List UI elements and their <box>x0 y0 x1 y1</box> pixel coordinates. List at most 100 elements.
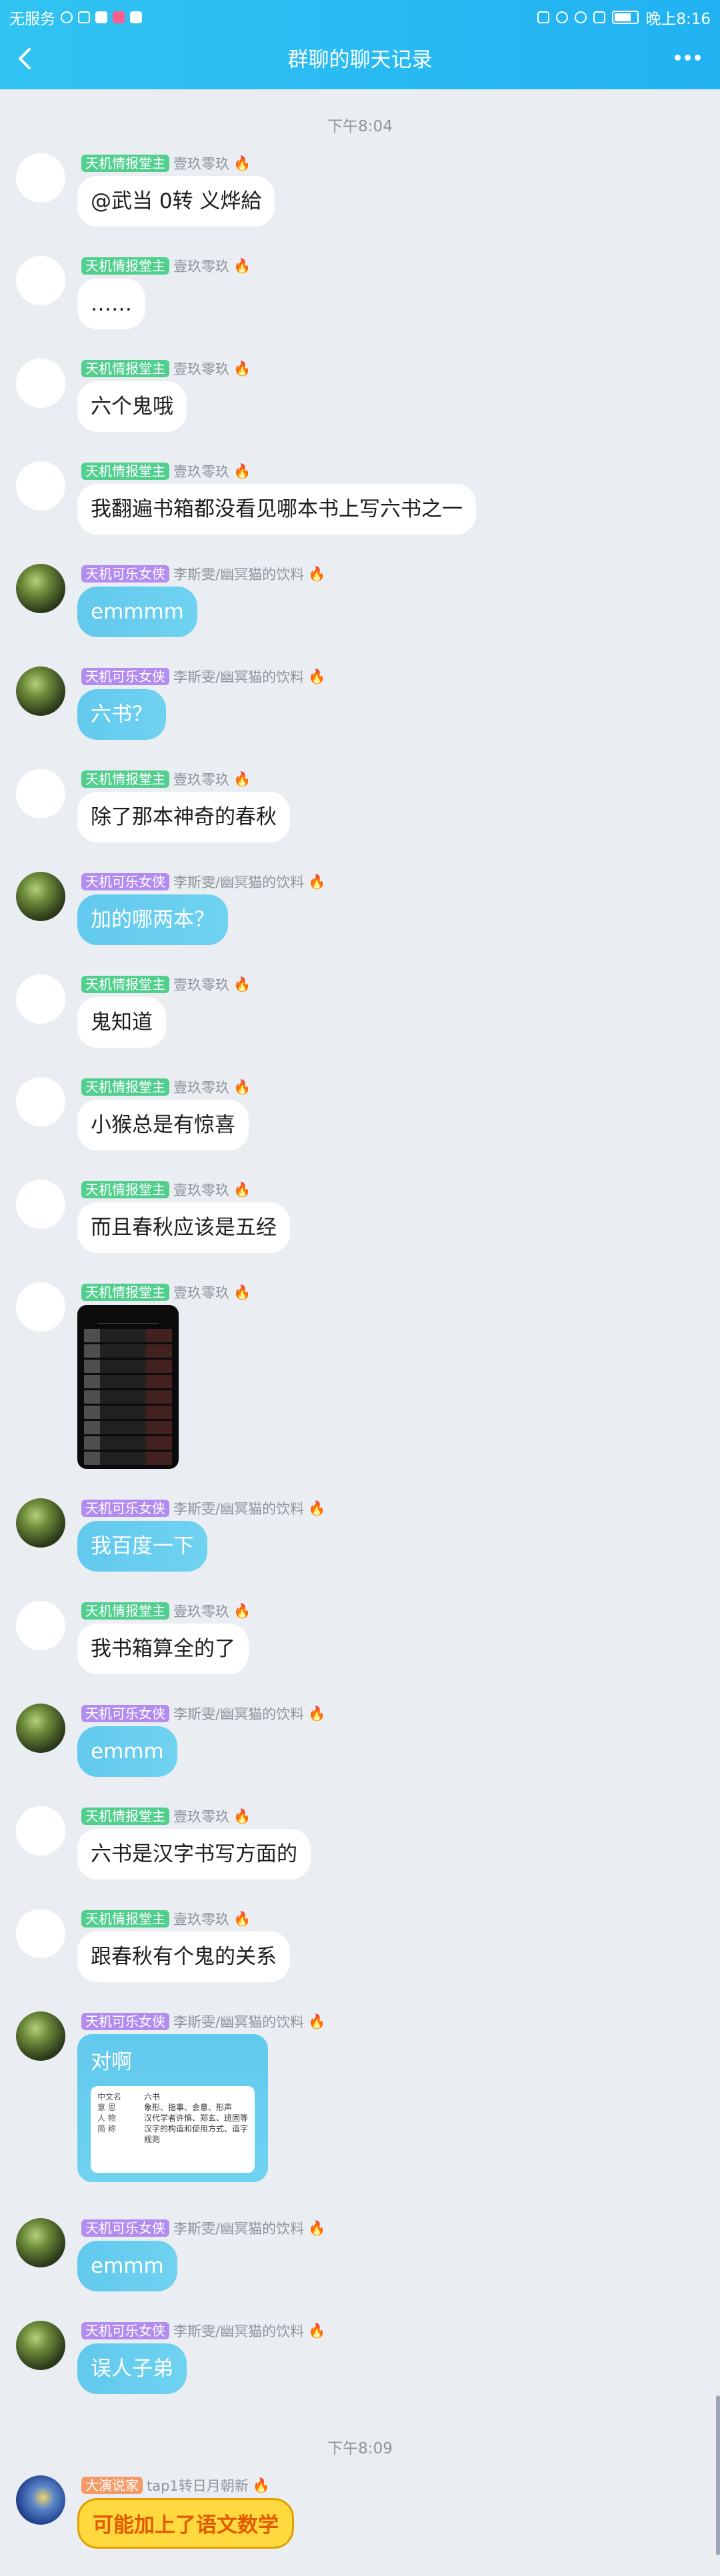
avatar[interactable] <box>16 256 65 305</box>
avatar[interactable] <box>16 666 65 716</box>
message-bubble[interactable]: emmm <box>77 1726 177 1777</box>
sender-meta: 天机情报堂主 壹玖零玖 🔥 <box>81 1282 251 1302</box>
sender-meta: 天机情报堂主 壹玖零玖 🔥 <box>81 1806 251 1826</box>
message-bubble[interactable]: 跟春秋有个鬼的关系 <box>77 1932 290 1982</box>
avatar[interactable] <box>16 1077 65 1126</box>
message-bubble[interactable]: 除了那本神奇的春秋 <box>77 792 290 842</box>
fire-icon: 🔥 <box>308 565 326 582</box>
status-right: 晚上8:16 <box>537 6 711 29</box>
message-bubble[interactable]: 鬼知道 <box>77 997 166 1048</box>
card-table: 中文名 六书 意 思 象形、指事、会意、形声 人 物 汉代学者许慎、郑玄、班固等… <box>91 2086 255 2173</box>
avatar[interactable] <box>16 153 65 203</box>
message-card[interactable]: 对啊 中文名 六书 意 思 象形、指事、会意、形声 人 物 汉代学者许慎、郑玄、… <box>77 2034 268 2182</box>
sender-meta: 天机情报堂主 壹玖零玖 🔥 <box>81 1601 251 1621</box>
avatar[interactable] <box>16 1498 65 1548</box>
sender-meta: 天机可乐女侠 李斯雯/幽冥猫的饮料 🔥 <box>81 1498 325 1518</box>
title-badge: 天机可乐女侠 <box>81 2219 169 2237</box>
title-badge: 天机情报堂主 <box>81 360 169 377</box>
fire-icon: 🔥 <box>233 155 251 171</box>
avatar[interactable] <box>16 2011 65 2061</box>
message-bubble[interactable]: 加的哪两本？ <box>77 894 228 945</box>
sender-nick: 李斯雯/幽冥猫的饮料 <box>173 567 305 583</box>
title-badge: 天机可乐女侠 <box>81 1705 169 1722</box>
message-bubble[interactable]: emmm <box>77 2241 177 2291</box>
sender-meta: 天机可乐女侠 李斯雯/幽冥猫的饮料 🔥 <box>81 2321 325 2341</box>
title-badge: 天机情报堂主 <box>81 1078 169 1096</box>
avatar[interactable] <box>16 564 65 613</box>
card-value: 汉代学者许慎、郑玄、班固等 <box>144 2113 249 2123</box>
avatar[interactable] <box>16 1282 65 1332</box>
fire-icon: 🔥 <box>233 360 251 377</box>
avatar[interactable] <box>16 872 65 921</box>
avatar[interactable] <box>16 461 65 511</box>
sender-nick: 壹玖零玖 <box>173 1912 229 1928</box>
message-bubble[interactable]: 误人子弟 <box>77 2343 187 2394</box>
more-dots-icon[interactable] <box>675 51 704 64</box>
fire-icon: 🔥 <box>233 257 251 274</box>
title-badge: 天机可乐女侠 <box>81 873 169 890</box>
status-left: 无服务 <box>9 6 142 29</box>
fire-icon: 🔥 <box>308 873 326 890</box>
message-bubble[interactable]: …… <box>77 279 145 329</box>
message-bubble[interactable]: 我翻遍书箱都没看见哪本书上写六书之一 <box>77 484 476 535</box>
message-bubble[interactable]: 六个鬼哦 <box>77 381 187 432</box>
card-value: 六书 <box>144 2092 161 2101</box>
card-row: 中文名 六书 <box>97 2091 248 2102</box>
avatar[interactable] <box>16 1806 65 1856</box>
avatar[interactable] <box>16 2475 65 2525</box>
card-value: 汉字的构造和使用方式、造字规则 <box>144 2124 249 2144</box>
avatar[interactable] <box>16 1909 65 1958</box>
sender-nick: 李斯雯/幽冥猫的饮料 <box>173 2323 305 2339</box>
avatar[interactable] <box>16 769 65 818</box>
sender-nick: 壹玖零玖 <box>173 464 229 480</box>
title-badge: 天机可乐女侠 <box>81 565 169 583</box>
message-bubble[interactable]: 六书？ <box>77 689 166 740</box>
message-bubble[interactable]: 六书是汉字书写方面的 <box>77 1829 311 1880</box>
scrollbar[interactable] <box>716 89 720 2576</box>
sender-nick: tap1转日月朝新 <box>147 2478 249 2494</box>
avatar[interactable] <box>16 2218 65 2267</box>
sender-nick: 壹玖零玖 <box>173 1285 229 1301</box>
scrollbar-thumb[interactable] <box>716 2395 720 2555</box>
message-bubble[interactable]: 而且春秋应该是五经 <box>77 1202 290 1253</box>
page-title: 群聊的聊天记录 <box>287 48 433 72</box>
title-badge: 天机情报堂主 <box>81 463 169 480</box>
image-message[interactable] <box>77 1305 179 1469</box>
message-bubble[interactable]: 小猴总是有惊喜 <box>77 1100 249 1150</box>
avatar[interactable] <box>16 1180 65 1229</box>
message-bubble[interactable]: @武当 0转 义烨給 <box>77 176 275 227</box>
sender-meta: 天机情报堂主 壹玖零玖 🔥 <box>81 769 251 789</box>
sender-meta: 天机可乐女侠 李斯雯/幽冥猫的饮料 🔥 <box>81 666 325 686</box>
sender-nick: 壹玖零玖 <box>173 259 229 275</box>
message-bubble[interactable]: 我书箱算全的了 <box>77 1624 249 1674</box>
fire-icon: 🔥 <box>233 770 251 787</box>
chat-history[interactable]: 下午8:04 天机情报堂主 壹玖零玖 🔥 @武当 0转 义烨給 天机情报堂主 壹… <box>0 89 720 2576</box>
fire-icon: 🔥 <box>308 2219 326 2236</box>
sender-nick: 壹玖零玖 <box>173 156 229 172</box>
avatar[interactable] <box>16 1704 65 1753</box>
message-bubble[interactable]: emmmm <box>77 587 197 637</box>
avatar[interactable] <box>16 2321 65 2370</box>
sender-nick: 李斯雯/幽冥猫的饮料 <box>173 669 305 685</box>
sender-nick: 壹玖零玖 <box>173 1080 229 1096</box>
sim-icon <box>593 11 606 23</box>
notification-icon <box>113 11 125 23</box>
timestamp: 下午8:09 <box>327 2440 393 2457</box>
avatar[interactable] <box>16 359 65 408</box>
avatar[interactable] <box>16 974 65 1024</box>
message-bubble[interactable]: 我百度一下 <box>77 1521 207 1572</box>
avatar[interactable] <box>16 1601 65 1650</box>
title-badge: 天机情报堂主 <box>81 155 169 172</box>
sender-meta: 天机情报堂主 壹玖零玖 🔥 <box>81 1077 251 1097</box>
sender-meta: 天机情报堂主 壹玖零玖 🔥 <box>81 1909 251 1929</box>
message-bubble[interactable]: 可能加上了语文数学 <box>77 2498 294 2549</box>
carrier-text: 无服务 <box>9 11 55 28</box>
wifi-icon <box>575 11 587 23</box>
sender-meta: 天机可乐女侠 李斯雯/幽冥猫的饮料 🔥 <box>81 564 325 584</box>
alarm-icon <box>61 11 73 23</box>
title-badge: 天机情报堂主 <box>81 770 169 788</box>
card-value: 象形、指事、会意、形声 <box>144 2103 233 2112</box>
title-badge: 大演说家 <box>81 2477 143 2494</box>
sender-nick: 李斯雯/幽冥猫的饮料 <box>173 874 305 890</box>
fire-icon: 🔥 <box>252 2477 270 2493</box>
